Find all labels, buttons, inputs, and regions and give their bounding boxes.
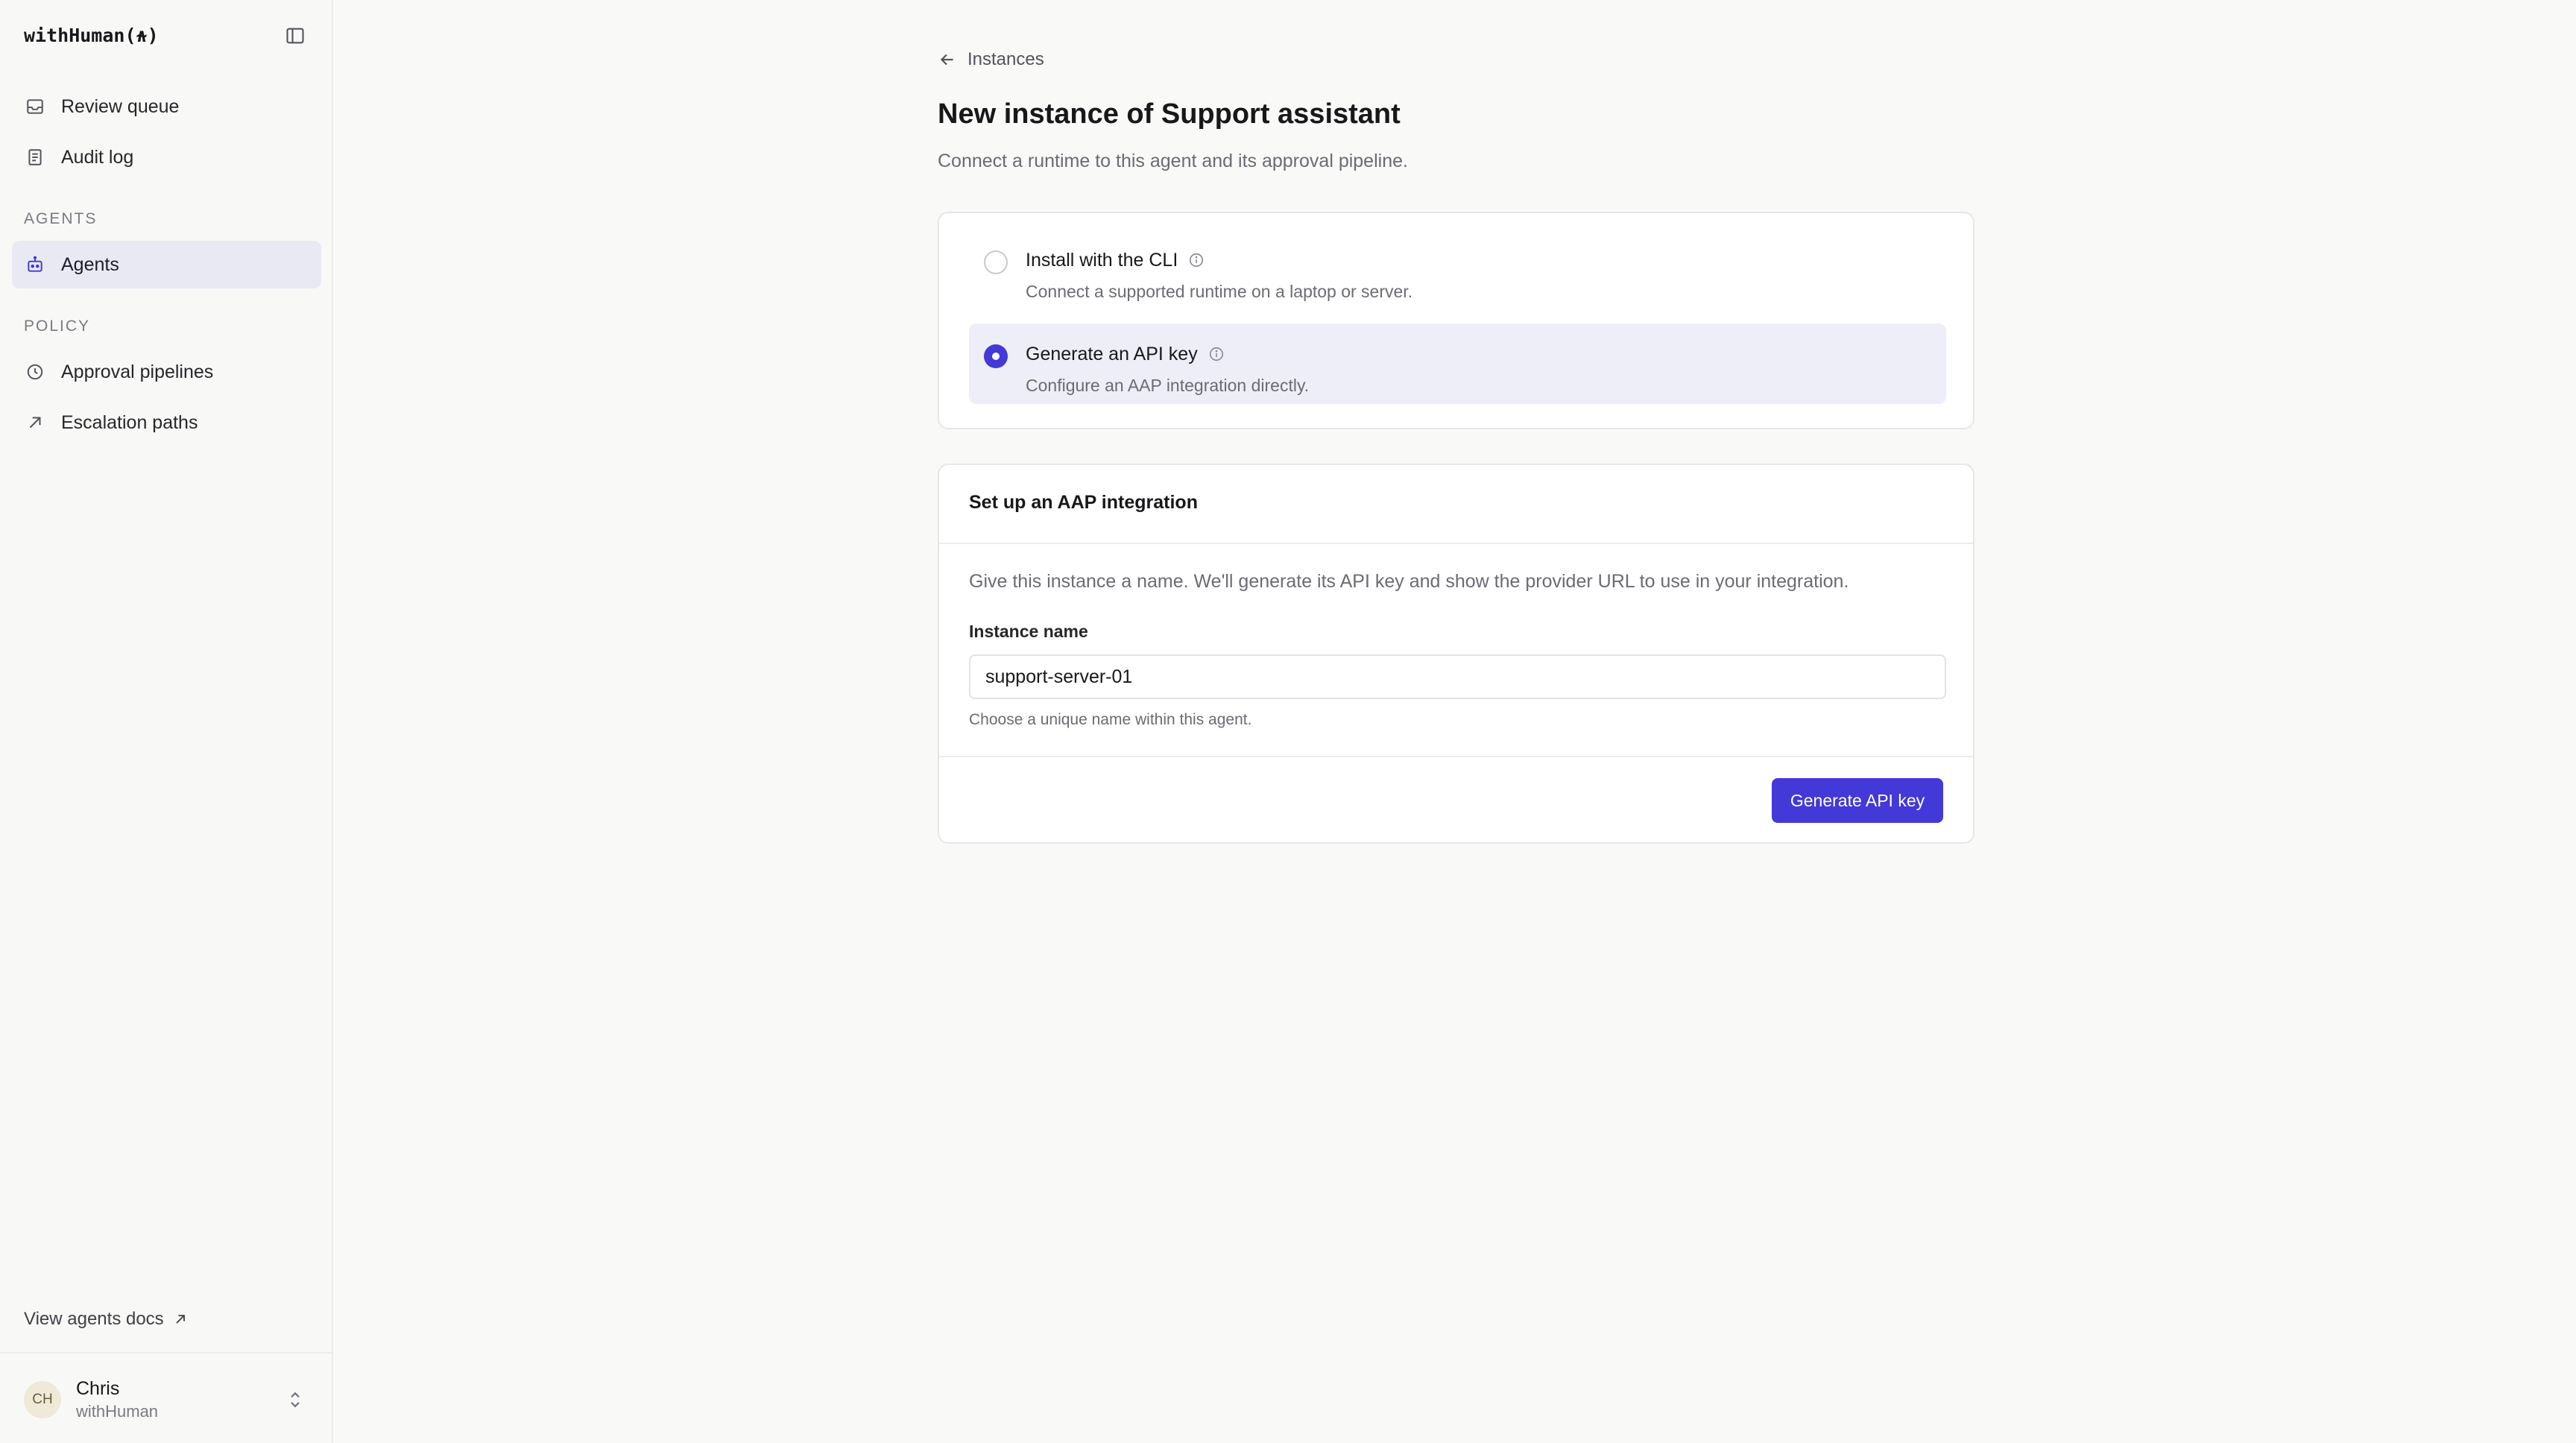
chevron-up-down-icon — [284, 1388, 306, 1412]
page-title: New instance of Support assistant — [938, 98, 1401, 130]
radio-install-cli[interactable] — [984, 250, 1008, 274]
arrow-left-icon — [938, 50, 957, 69]
robot-icon — [24, 253, 46, 276]
option-install-cli[interactable]: Install with the CLI Connect a supported… — [969, 230, 1946, 310]
setup-method-card: Install with the CLI Connect a supported… — [938, 212, 1974, 429]
sidebar-item-escalation-paths[interactable]: Escalation paths — [12, 399, 321, 446]
card-title: Set up an AAP integration — [969, 492, 1198, 513]
brand-logo: withHuman(⍲) — [24, 25, 159, 46]
page-subtitle: Connect a runtime to this agent and its … — [938, 151, 1408, 171]
option-title-text: Install with the CLI — [1026, 249, 1178, 271]
sidebar-item-review-queue[interactable]: Review queue — [12, 83, 321, 130]
option-title-text: Generate an API key — [1026, 343, 1198, 364]
arrow-up-right-icon — [24, 411, 46, 434]
section-label-policy: POLICY — [24, 318, 91, 335]
sidebar-item-approval-pipelines[interactable]: Approval pipelines — [12, 348, 321, 396]
avatar: CH — [24, 1381, 61, 1418]
instance-name-label: Instance name — [969, 622, 1088, 641]
instance-name-input[interactable] — [969, 654, 1946, 699]
sidebar-toggle-button[interactable] — [282, 22, 309, 49]
info-icon[interactable] — [1188, 252, 1205, 268]
main-content: Instances New instance of Support assist… — [333, 0, 2576, 1443]
sidebar-item-label: Audit log — [61, 146, 134, 168]
section-label-agents: AGENTS — [24, 210, 98, 227]
back-to-instances-link[interactable]: Instances — [938, 46, 1044, 73]
instance-name-hint: Choose a unique name within this agent. — [969, 711, 1252, 728]
option-title: Generate an API key — [1026, 341, 1225, 367]
aap-integration-card: Set up an AAP integration Give this inst… — [938, 464, 1974, 844]
option-title: Install with the CLI — [1026, 247, 1205, 273]
card-description: Give this instance a name. We'll generat… — [969, 571, 1849, 592]
docs-link-label: View agents docs — [24, 1309, 164, 1329]
sidebar-footer: CH Chris withHuman — [0, 1352, 333, 1443]
document-icon — [24, 146, 46, 168]
sidebar-item-audit-log[interactable]: Audit log — [12, 133, 321, 181]
user-name: Chris — [76, 1378, 120, 1399]
sidebar: withHuman(⍲) Review queue Audit log AGEN… — [0, 0, 333, 1443]
user-menu[interactable]: CH Chris withHuman — [12, 1370, 321, 1430]
user-meta: Chris withHuman — [76, 1377, 158, 1423]
card-header: Set up an AAP integration — [939, 465, 1973, 544]
option-generate-api-key[interactable]: Generate an API key Configure an AAP int… — [969, 323, 1946, 404]
clock-icon — [24, 361, 46, 383]
app-root: withHuman(⍲) Review queue Audit log AGEN… — [0, 0, 2576, 1443]
breadcrumb: Instances — [967, 49, 1044, 69]
user-org: withHuman — [76, 1402, 159, 1421]
sidebar-item-label: Approval pipelines — [61, 361, 214, 382]
option-description: Connect a supported runtime on a laptop … — [1026, 282, 1413, 301]
radio-generate-api-key[interactable] — [984, 344, 1008, 368]
sidebar-item-label: Escalation paths — [61, 411, 198, 433]
external-link-icon — [173, 1312, 188, 1327]
sidebar-panel-icon — [285, 25, 306, 46]
inbox-icon — [24, 95, 46, 118]
generate-api-key-button[interactable]: Generate API key — [1772, 778, 1943, 823]
sidebar-item-agents[interactable]: Agents — [12, 241, 321, 288]
sidebar-item-label: Agents — [61, 253, 119, 275]
sidebar-item-label: Review queue — [61, 95, 180, 117]
info-icon[interactable] — [1208, 346, 1225, 362]
view-agents-docs-link[interactable]: View agents docs — [24, 1306, 188, 1333]
option-description: Configure an AAP integration directly. — [1026, 376, 1310, 395]
card-footer: Generate API key — [939, 756, 1973, 844]
